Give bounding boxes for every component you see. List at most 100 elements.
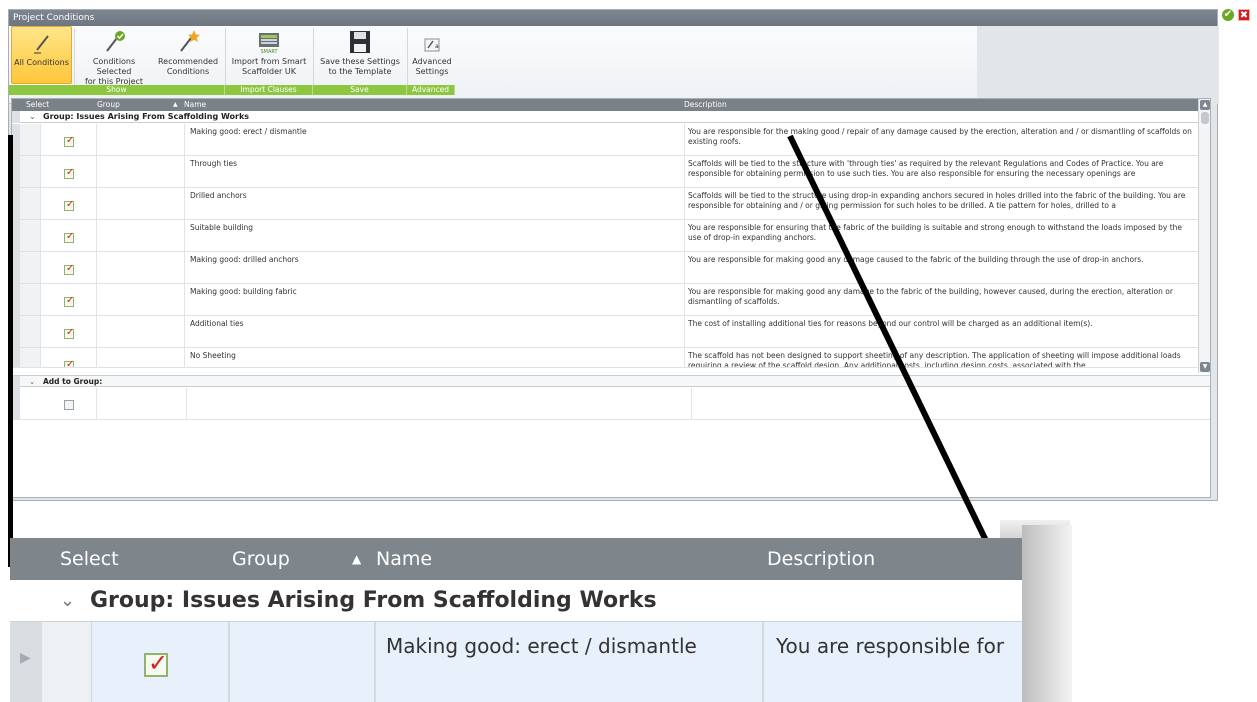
chevron-down-icon[interactable]: ⌄ bbox=[29, 376, 35, 388]
select-checkbox[interactable] bbox=[64, 199, 74, 211]
cell-divider bbox=[184, 316, 185, 347]
zoom-sort-icon: ▲ bbox=[352, 552, 362, 566]
close-icon[interactable]: ✖ bbox=[1238, 9, 1250, 21]
save-label-1: Save these Settings bbox=[320, 57, 400, 66]
floppy-disk-icon bbox=[350, 31, 370, 53]
table-row[interactable]: Suitable building You are responsible for… bbox=[12, 220, 1198, 252]
cell-divider bbox=[96, 124, 97, 155]
ribbon-group-advanced: Advanced bbox=[407, 85, 455, 95]
smart-logo-icon: SMART bbox=[259, 33, 279, 55]
zoom-shadow bbox=[1022, 525, 1072, 702]
row-gutter bbox=[12, 188, 20, 219]
column-description[interactable]: Description bbox=[684, 99, 727, 111]
column-name[interactable]: Name bbox=[184, 99, 206, 111]
row-name: No Sheeting bbox=[190, 351, 236, 360]
row-name: Suitable building bbox=[190, 223, 254, 232]
save-settings-template-button[interactable]: Save these Settings to the Template bbox=[315, 26, 405, 84]
table-row[interactable]: Through ties Scaffolds will be tied to th… bbox=[12, 156, 1198, 188]
table-row[interactable]: Drilled anchors Scaffolds will be tied to… bbox=[12, 188, 1198, 220]
zoom-header: Select Group ▲ Name Description bbox=[10, 538, 1022, 580]
scroll-up-icon[interactable]: ▲ bbox=[1200, 100, 1210, 110]
row-description: You are responsible for the making good … bbox=[688, 127, 1192, 146]
cell-divider bbox=[184, 252, 185, 283]
advanced-label-2: Settings bbox=[415, 67, 449, 76]
cell-divider bbox=[96, 252, 97, 283]
zoomed-inset: Select Group ▲ Name Description ⌄ Group:… bbox=[10, 538, 1022, 702]
row-gutter-2 bbox=[20, 220, 41, 251]
row-gutter-2 bbox=[20, 316, 41, 347]
new-row[interactable] bbox=[12, 388, 1210, 420]
grid-scrollbar[interactable]: ▲ ▼ bbox=[1198, 99, 1210, 373]
save-label-2: to the Template bbox=[328, 67, 392, 76]
recommended-label-2: Conditions bbox=[166, 67, 210, 76]
sort-ascending-icon: ▲ bbox=[173, 101, 178, 108]
import-smart-scaffolder-button[interactable]: SMART Import from Smart Scaffolder UK bbox=[227, 26, 311, 84]
confirm-icon[interactable]: ✔ bbox=[1222, 9, 1234, 21]
row-gutter-2 bbox=[20, 284, 41, 315]
advanced-settings-button[interactable]: a Advanced Settings bbox=[409, 26, 455, 84]
select-checkbox[interactable] bbox=[64, 359, 74, 367]
chevron-down-icon: ⌄ bbox=[60, 590, 76, 611]
scroll-down-icon[interactable]: ▼ bbox=[1200, 362, 1210, 372]
recommended-label-1: Recommended bbox=[157, 57, 219, 66]
ribbon: All Conditions Conditions Selected for t… bbox=[9, 26, 977, 104]
column-select[interactable]: Select bbox=[26, 99, 49, 111]
window-title: Project Conditions bbox=[9, 10, 1217, 26]
row-gutter bbox=[12, 316, 20, 347]
column-group[interactable]: Group bbox=[97, 99, 120, 111]
select-checkbox[interactable] bbox=[64, 135, 74, 147]
row-gutter-2 bbox=[20, 188, 41, 219]
svg-text:a: a bbox=[435, 43, 439, 50]
scroll-thumb[interactable] bbox=[1201, 112, 1209, 124]
table-row[interactable]: No Sheeting The scaffold has not been des… bbox=[12, 348, 1198, 368]
row-gutter: ▶ bbox=[10, 622, 42, 702]
row-name: Making good: building fabric bbox=[190, 287, 297, 296]
pencil-icon bbox=[33, 35, 49, 54]
ribbon-group-show: Show bbox=[9, 85, 225, 95]
row-description: Scaffolds will be tied to the structure … bbox=[688, 191, 1186, 210]
import-label-2: Scaffolder UK bbox=[242, 67, 296, 76]
select-checkbox[interactable] bbox=[64, 263, 74, 275]
row-description: You are responsible for making good any … bbox=[688, 255, 1144, 264]
table-row[interactable]: Making good: building fabric You are res… bbox=[12, 284, 1198, 316]
row-gutter bbox=[12, 220, 20, 251]
select-checkbox[interactable] bbox=[64, 295, 74, 307]
row-gutter bbox=[12, 124, 20, 155]
row-gutter-2 bbox=[20, 252, 41, 283]
text-edit-icon: a bbox=[424, 38, 440, 52]
row-description: You are responsible for making good any … bbox=[688, 287, 1173, 306]
zoom-row-description: You are responsible for bbox=[776, 634, 1005, 658]
conditions-selected-button[interactable]: Conditions Selected for this Project bbox=[75, 26, 153, 86]
row-name: Through ties bbox=[190, 159, 238, 168]
cell-divider bbox=[684, 156, 685, 187]
cell-divider bbox=[684, 252, 685, 283]
import-label-1: Import from Smart bbox=[231, 57, 307, 66]
select-checkbox[interactable] bbox=[64, 400, 74, 410]
recommended-conditions-button[interactable]: Recommended Conditions bbox=[155, 26, 221, 84]
cell-divider bbox=[96, 388, 97, 419]
select-checkbox[interactable] bbox=[64, 231, 74, 243]
table-row[interactable]: Making good: erect / dismantle You are re… bbox=[12, 124, 1198, 156]
chevron-down-icon[interactable]: ⌄ bbox=[29, 111, 36, 123]
group-row[interactable]: ⌄ Group: Issues Arising From Scaffolding… bbox=[12, 111, 1198, 123]
zoom-checkbox-checked bbox=[144, 649, 168, 677]
zoom-row-name: Making good: erect / dismantle bbox=[386, 634, 697, 658]
group-label: Group: Issues Arising From Scaffolding W… bbox=[43, 112, 250, 121]
cell-divider bbox=[762, 622, 764, 702]
cell-divider bbox=[96, 220, 97, 251]
cell-divider bbox=[684, 124, 685, 155]
all-conditions-button[interactable]: All Conditions bbox=[11, 26, 72, 84]
cell-divider bbox=[184, 220, 185, 251]
table-row[interactable]: Making good: drilled anchors You are resp… bbox=[12, 252, 1198, 284]
row-description: Scaffolds will be tied to the structure … bbox=[688, 159, 1164, 178]
table-row[interactable]: Additional ties The cost of installing ad… bbox=[12, 316, 1198, 348]
cell-divider bbox=[684, 284, 685, 315]
select-checkbox[interactable] bbox=[64, 167, 74, 179]
row-name: Additional ties bbox=[190, 319, 244, 328]
add-to-group-row[interactable]: ⌄ Add to Group: bbox=[12, 375, 1210, 388]
ribbon-groups: Show Import Clauses Save Advanced bbox=[9, 85, 455, 95]
select-checkbox[interactable] bbox=[64, 327, 74, 339]
cell-divider bbox=[684, 348, 685, 367]
cell-divider bbox=[184, 124, 185, 155]
row-description: The scaffold has not been designed to su… bbox=[688, 351, 1181, 368]
